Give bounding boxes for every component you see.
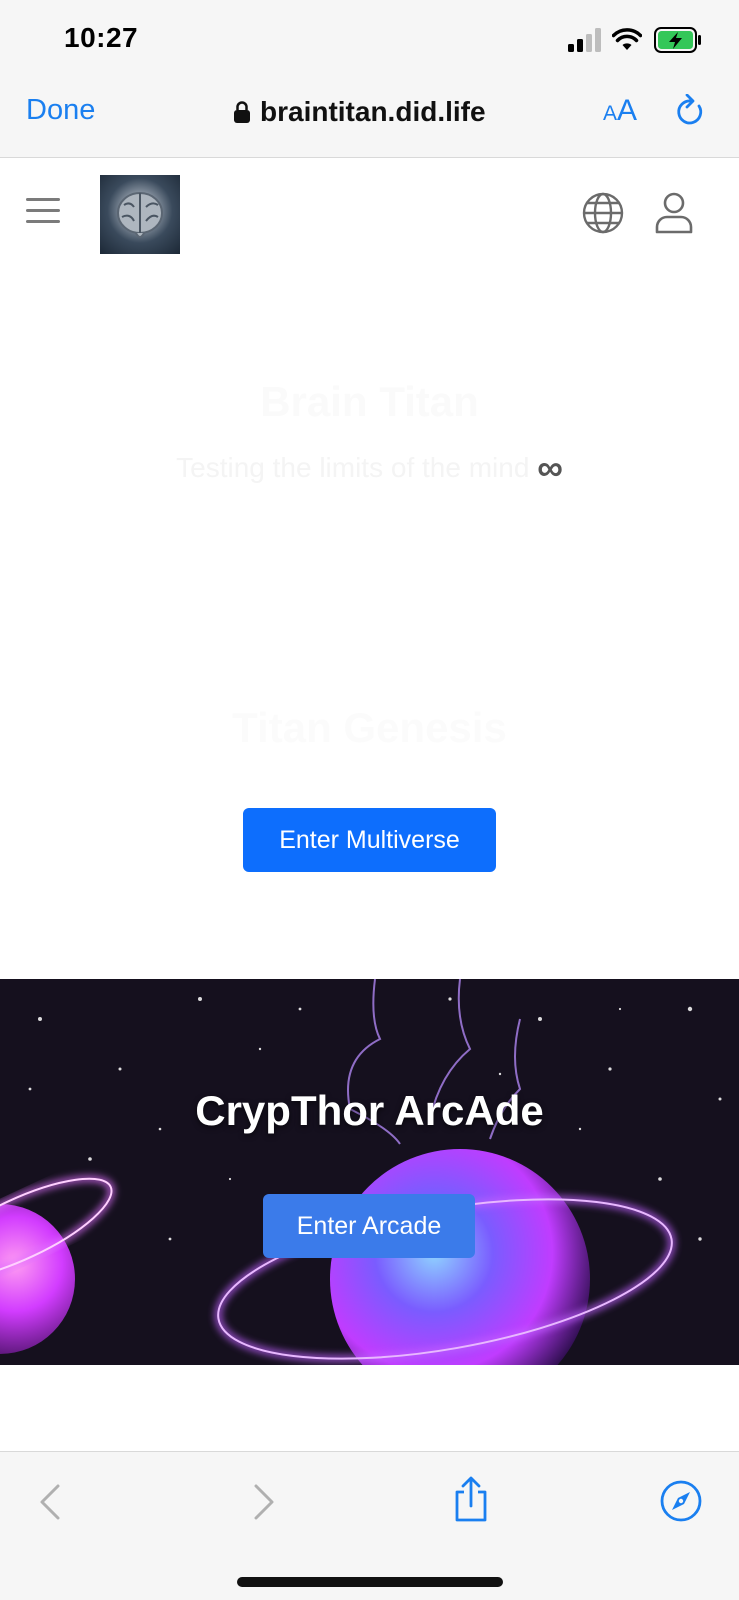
url-display[interactable]: braintitan.did.life — [234, 92, 486, 132]
hero-subtitle-text: Testing the limits of the mind — [176, 452, 530, 483]
battery-charging-icon — [654, 27, 701, 53]
genesis-title: Titan Genesis — [232, 704, 507, 751]
hero-title: Brain Titan — [260, 378, 479, 425]
site-header — [0, 158, 739, 268]
status-bar: 10:27 — [0, 0, 739, 78]
status-time: 10:27 — [64, 22, 139, 53]
text-size-button[interactable]: AA — [603, 94, 637, 128]
cellular-signal-icon — [568, 28, 601, 52]
compass-icon[interactable] — [660, 1480, 702, 1522]
reload-icon[interactable] — [676, 94, 706, 128]
wifi-icon — [612, 28, 642, 50]
brain-icon — [117, 192, 163, 238]
arcade-title: CrypThor ArcAde — [195, 1087, 544, 1134]
infinity-icon: ∞ — [537, 447, 563, 488]
space-background-image — [0, 979, 722, 1365]
browser-address-bar: Done braintitan.did.life AA — [0, 78, 739, 158]
hero-subtitle: Testing the limits of the mind ∞ — [0, 447, 739, 489]
arcade-banner: CrypThor ArcAde Enter Arcade — [0, 979, 739, 1365]
text-size-label: A — [617, 94, 638, 127]
user-icon[interactable] — [655, 192, 693, 234]
enter-arcade-button[interactable]: Enter Arcade — [263, 1194, 475, 1258]
share-icon[interactable] — [452, 1476, 490, 1522]
done-button[interactable]: Done — [26, 94, 95, 127]
forward-icon[interactable] — [252, 1482, 276, 1522]
url-text: braintitan.did.life — [260, 96, 486, 127]
brain-logo[interactable] — [100, 175, 180, 254]
lock-icon — [234, 101, 250, 123]
back-icon[interactable] — [38, 1482, 62, 1522]
home-indicator[interactable] — [237, 1577, 503, 1587]
enter-multiverse-button[interactable]: Enter Multiverse — [243, 808, 496, 872]
hamburger-menu-icon[interactable] — [26, 198, 60, 224]
globe-icon[interactable] — [582, 192, 624, 234]
